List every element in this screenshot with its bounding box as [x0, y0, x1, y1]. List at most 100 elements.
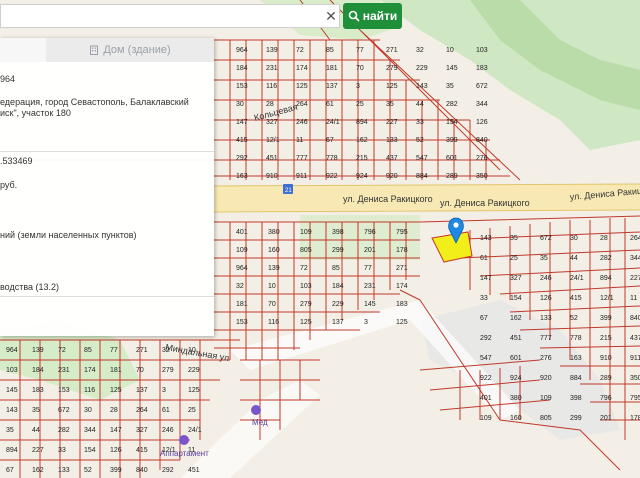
plot-number: 28 [600, 235, 608, 242]
plot-number: 174 [84, 367, 96, 374]
plot-number: 70 [268, 301, 276, 308]
plot-number: 154 [446, 119, 458, 126]
plot-number: 181 [236, 301, 248, 308]
plot-number: 350 [476, 173, 488, 180]
plot-number: 282 [600, 255, 612, 262]
plot-number: 77 [364, 265, 372, 272]
plot-number: 231 [266, 65, 278, 72]
plot-number: 28 [110, 407, 118, 414]
plot-number: 299 [570, 415, 582, 422]
plot-number: 3 [364, 319, 368, 326]
street-label-2: ул. Дениса Ракицкого [440, 198, 530, 208]
plot-number: 229 [416, 65, 428, 72]
bus-stop-label: 21 [285, 188, 292, 194]
tab-building[interactable]: Дом (здание) [46, 38, 214, 62]
plot-number: 271 [136, 347, 148, 354]
find-button[interactable]: найти [343, 3, 402, 29]
plot-number: 264 [296, 101, 308, 108]
plot-number: 145 [364, 301, 376, 308]
plot-number: 178 [396, 247, 408, 254]
plot-number: 601 [446, 155, 458, 162]
plot-number: 133 [58, 467, 70, 474]
plot-number: 840 [630, 315, 640, 322]
plot-number: 884 [570, 375, 582, 382]
plot-number: 181 [326, 65, 338, 72]
plot-number: 327 [510, 275, 522, 282]
plot-number: 163 [570, 355, 582, 362]
plot-number: 292 [480, 335, 492, 342]
plot-number: 109 [540, 395, 552, 402]
plot-number: 160 [510, 415, 522, 422]
plot-number: 327 [266, 119, 278, 126]
panel-divider [0, 151, 214, 152]
plot-number: 133 [540, 315, 552, 322]
plot-number: 911 [630, 355, 640, 362]
plot-number: 451 [510, 335, 522, 342]
plot-number: 924 [510, 375, 522, 382]
plot-number: 35 [446, 83, 454, 90]
plot-number: 52 [84, 467, 92, 474]
plot-number: 33 [58, 447, 66, 454]
plot-number: 125 [300, 319, 312, 326]
plot-number: 920 [540, 375, 552, 382]
plot-number: 11 [188, 447, 195, 454]
tab-building-label: Дом (здание) [103, 44, 171, 56]
plot-number: 271 [396, 265, 408, 272]
street-label-1: ул. Дениса Ракицкого [343, 194, 433, 204]
plot-number: 24/1 [188, 427, 202, 434]
plot-number: 344 [476, 101, 488, 108]
plot-number: 201 [364, 247, 376, 254]
plot-number: 32 [236, 283, 244, 290]
plot-number: 910 [266, 173, 278, 180]
search-input[interactable] [0, 4, 340, 28]
plot-number: 183 [32, 387, 44, 394]
plot-number: 401 [480, 395, 492, 402]
plot-number: 10 [446, 47, 454, 54]
address-line-1: едерация, город Севастополь, Балаклавски… [0, 97, 189, 107]
plot-number: 72 [296, 47, 304, 54]
plot-number: 279 [300, 301, 312, 308]
panel-divider [0, 296, 214, 297]
plot-number: 282 [446, 101, 458, 108]
plot-number: 796 [364, 229, 376, 236]
plot-number: 77 [356, 47, 364, 54]
plot-number: 894 [6, 447, 18, 454]
plot-number: 30 [570, 235, 578, 242]
plot-number: 398 [570, 395, 582, 402]
plot-number: 30 [236, 101, 244, 108]
plot-number: 183 [476, 65, 488, 72]
tab-parcel[interactable] [0, 38, 46, 62]
plot-number: 399 [446, 137, 458, 144]
clear-search-button[interactable]: ✕ [322, 6, 340, 26]
parcel-info-panel: Дом (здание) 964 едерация, город Севасто… [0, 38, 214, 336]
plot-number: 292 [162, 467, 174, 474]
plot-number: 246 [296, 119, 308, 126]
plot-number: 264 [136, 407, 148, 414]
plot-number: 61 [162, 407, 170, 414]
plot-number: 401 [236, 229, 248, 236]
plot-number: 85 [84, 347, 92, 354]
plot-number: 227 [630, 275, 640, 282]
plot-number: 35 [386, 101, 394, 108]
plot-number: 52 [416, 137, 424, 144]
plot-number: 289 [446, 173, 458, 180]
plot-number: 415 [136, 447, 148, 454]
plot-number: 344 [630, 255, 640, 262]
plot-number: 25 [188, 407, 196, 414]
plot-number: 32 [416, 47, 424, 54]
building-icon [90, 45, 99, 55]
plot-number: 44 [32, 427, 40, 434]
plot-number: 964 [236, 265, 248, 272]
plot-number: 30 [84, 407, 92, 414]
plot-number: 964 [6, 347, 18, 354]
plot-number: 137 [136, 387, 148, 394]
plot-number: 777 [296, 155, 308, 162]
plot-number: 271 [386, 47, 398, 54]
plot-number: 805 [300, 247, 312, 254]
plot-number: 231 [364, 283, 376, 290]
plot-number: 125 [296, 83, 308, 90]
plot-number: 178 [630, 415, 640, 422]
plot-number: 10 [188, 347, 196, 354]
plot-number: 147 [480, 275, 492, 282]
plot-number: 35 [540, 255, 548, 262]
